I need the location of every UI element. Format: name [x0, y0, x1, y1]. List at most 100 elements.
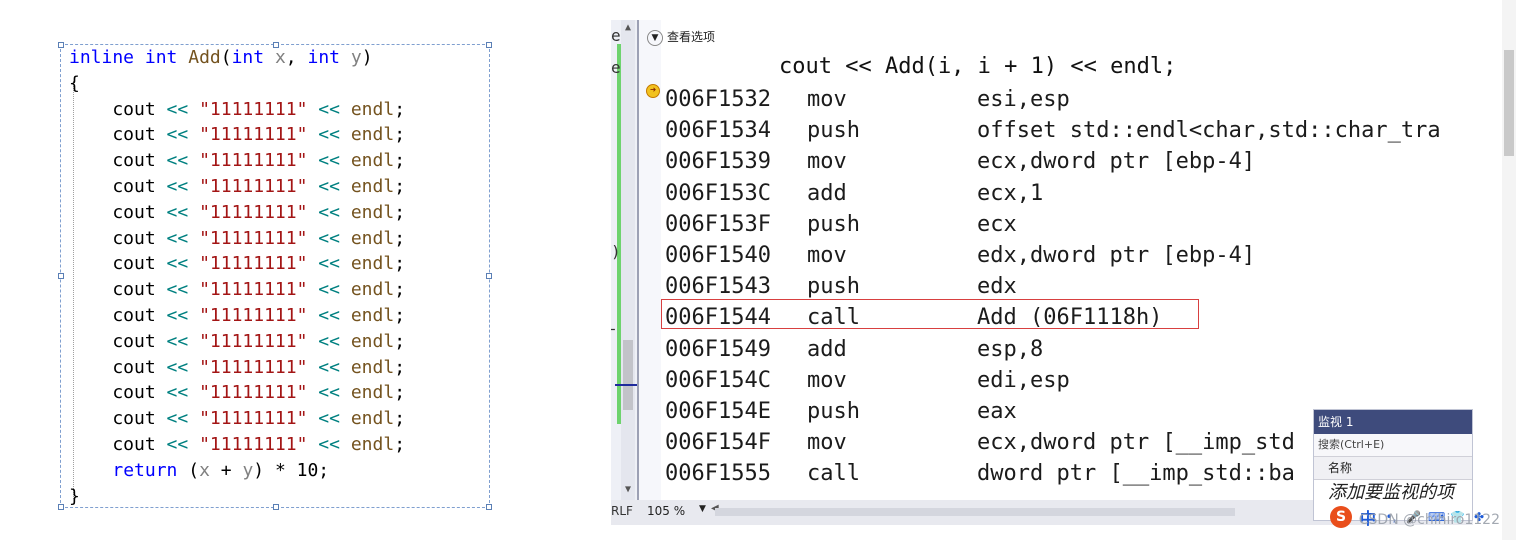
zoom-level[interactable]: 105 %: [647, 504, 685, 518]
asm-opcode: mov: [807, 149, 847, 175]
asm-address: 006F153F: [665, 211, 771, 237]
code-token: "11111111": [199, 227, 308, 249]
code-token: ;: [394, 201, 406, 223]
code-token: <<: [166, 227, 189, 249]
asm-address: 006F1532: [665, 87, 771, 112]
scroll-thumb[interactable]: [623, 340, 633, 410]
watch-search-input[interactable]: 搜索(Ctrl+E): [1314, 434, 1472, 457]
code-token: <<: [318, 227, 340, 249]
code-token: "11111111": [199, 175, 308, 197]
page-scrollbar[interactable]: [1502, 0, 1516, 540]
page-scroll-thumb[interactable]: [1504, 50, 1514, 156]
code-token: ;: [394, 330, 406, 352]
code-token: "11111111": [199, 408, 308, 430]
code-token: <<: [166, 304, 189, 326]
asm-operands: ecx,1: [977, 180, 1044, 206]
code-token: endl: [350, 408, 395, 430]
code-token: ;: [394, 279, 406, 301]
watermark: CSDN @chihiro1122: [1358, 512, 1500, 528]
code-line: cout << "11111111" << endl;: [69, 380, 405, 406]
code-token: endl: [350, 330, 395, 352]
asm-address: 006F1555: [665, 461, 771, 487]
zoom-dropdown-icon[interactable]: ▼: [699, 504, 706, 514]
selection-handle[interactable]: [58, 42, 64, 48]
code-token: int: [144, 47, 178, 68]
code-token: cout: [69, 304, 167, 326]
selection-handle[interactable]: [486, 273, 492, 279]
code-line: cout << "11111111" << endl;: [69, 355, 405, 381]
cursor-crosshair-icon: ┼: [611, 320, 615, 339]
code-line: inline int Add(int x, int y): [69, 45, 405, 71]
code-token: "11111111": [199, 150, 308, 172]
source-line-text: cout << Add(i, i + 1) << endl;: [779, 54, 1177, 79]
code-token: cout: [69, 433, 167, 455]
selection-handle[interactable]: [486, 42, 492, 48]
code-token: "11111111": [199, 253, 308, 275]
code-line: cout << "11111111" << endl;: [69, 200, 405, 226]
code-token: y: [350, 47, 362, 68]
scroll-up-icon[interactable]: ▲: [621, 22, 635, 33]
code-token: cout: [69, 382, 167, 404]
code-token: "11111111": [199, 279, 308, 301]
sogou-logo-icon[interactable]: S: [1330, 506, 1352, 528]
code-token: <<: [166, 98, 189, 120]
asm-address: 006F1540: [665, 242, 771, 268]
code-token: <<: [166, 356, 189, 378]
view-options-label: 查看选项: [667, 30, 716, 44]
code-token: cout: [69, 253, 167, 275]
code-token: "11111111": [199, 330, 308, 352]
code-token: x: [274, 47, 286, 68]
code-token: Add: [188, 47, 221, 68]
code-token: <<: [166, 382, 189, 404]
horizontal-scrollbar[interactable]: [715, 508, 1235, 516]
gutter-mark: e: [611, 58, 621, 77]
code-token: <<: [166, 150, 189, 172]
code-token: cout: [69, 408, 167, 430]
line-ending-indicator[interactable]: RLF: [611, 504, 633, 518]
code-token: ,: [285, 47, 308, 68]
watch-column-name[interactable]: 名称: [1314, 457, 1472, 480]
vertical-scrollbar[interactable]: ▲ ▼: [621, 20, 635, 500]
asm-opcode: mov: [807, 367, 847, 393]
asm-opcode: push: [807, 211, 860, 237]
view-options-toggle[interactable]: ▼ 查看选项: [647, 28, 715, 50]
code-token: (: [220, 47, 232, 68]
code-token: "11111111": [199, 304, 308, 326]
selection-handle[interactable]: [58, 504, 64, 510]
code-token: endl: [350, 227, 395, 249]
asm-operands: ecx,dword ptr [__imp_std: [977, 430, 1295, 456]
code-token: cout: [69, 227, 167, 249]
code-token: +: [209, 459, 243, 481]
asm-address: 006F1549: [665, 336, 771, 362]
code-token: <<: [166, 201, 189, 223]
code-line: cout << "11111111" << endl;: [69, 303, 405, 329]
code-token: endl: [350, 98, 395, 120]
code-token: <<: [318, 98, 340, 120]
code-line: cout << "11111111" << endl;: [69, 226, 405, 252]
asm-operands: edi,esp: [977, 367, 1070, 393]
source-code-panel[interactable]: inline int Add(int x, int y){ cout << "1…: [58, 42, 492, 510]
code-token: ;: [394, 98, 406, 120]
selection-handle[interactable]: [486, 504, 492, 510]
code-token: ;: [394, 356, 406, 378]
selection-handle[interactable]: [58, 273, 64, 279]
code-token: (: [177, 459, 200, 481]
scroll-down-icon[interactable]: ▼: [621, 484, 635, 495]
asm-opcode: call: [807, 461, 860, 487]
watch-title[interactable]: 监视 1: [1314, 410, 1472, 434]
code-line: cout << "11111111" << endl;: [69, 432, 405, 458]
code-token: cout: [69, 356, 167, 378]
